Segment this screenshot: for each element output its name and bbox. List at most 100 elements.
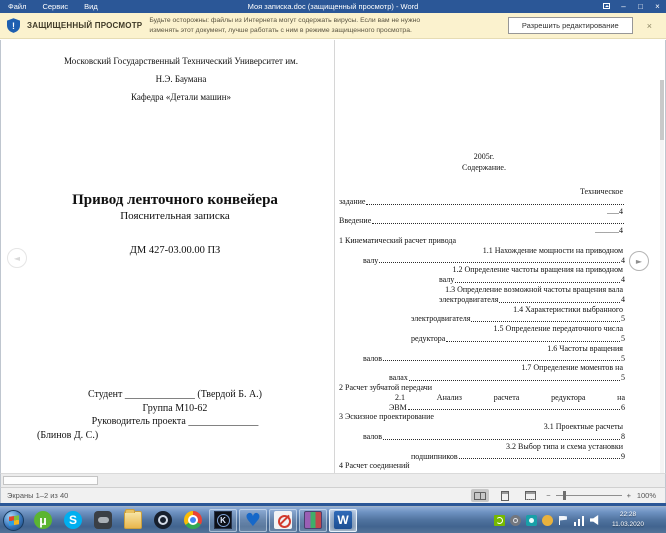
menu-item[interactable]: Вид [76, 0, 106, 13]
toc-line: Техническое [339, 187, 629, 197]
maximize-button[interactable]: □ [632, 0, 649, 13]
page-divider [334, 40, 335, 473]
taskbar-app-button[interactable] [179, 509, 207, 532]
toc-heading: Содержание. [462, 163, 506, 172]
steam-tray-icon[interactable] [509, 514, 521, 526]
taskbar-app-button[interactable]: µ [29, 509, 57, 532]
volume-tray-icon[interactable] [589, 515, 599, 525]
toc-line: 1.3 Определение возможной частоты вращен… [339, 285, 629, 295]
taskbar: µ S K ♥ W 22:28 11.03.2020 [0, 506, 666, 533]
toc-line: ............4 [339, 226, 629, 236]
utorrent-icon: µ [34, 511, 52, 529]
toc-line: 1.1 Нахождение мощности на приводном [339, 246, 629, 256]
winrar-icon [304, 511, 322, 529]
toc-line: 1.2 Определение частоты вращения на прив… [339, 265, 629, 275]
document-area: ◄ ► Московский Государственный Техническ… [0, 40, 666, 513]
horizontal-scrollbar-thumb[interactable] [3, 476, 98, 485]
banner-close-icon[interactable]: × [640, 21, 659, 31]
taskbar-app-button[interactable]: S [59, 509, 87, 532]
close-button[interactable]: × [649, 0, 666, 13]
menu-item[interactable]: Файл [0, 0, 34, 13]
toc-entry-text: электродвигателя [411, 314, 471, 324]
toc-page-number: 4 [621, 255, 625, 265]
toc-dot-leader [455, 281, 620, 283]
toc-page-number: 5 [621, 373, 625, 383]
supervisor-line: Руководитель проекта ______________ [91, 416, 259, 427]
update-tray-icon[interactable] [541, 514, 553, 526]
toc-dot-leader [471, 321, 620, 323]
toc-dot-leader [499, 301, 620, 303]
toc-line: редуктора 5 [339, 334, 629, 344]
ribbon-display-options-button[interactable] [598, 0, 615, 13]
taskbar-app-button[interactable] [269, 508, 297, 532]
print-layout-button[interactable] [496, 489, 514, 502]
vertical-scrollbar-thumb[interactable] [660, 80, 664, 140]
zoom-slider-thumb[interactable] [562, 491, 566, 500]
taskbar-app-button[interactable]: ♥ [239, 508, 267, 532]
taskbar-app-button[interactable] [89, 509, 117, 532]
toc-line: 4 Расчет соединений [339, 461, 629, 471]
toc-dot-leader [379, 262, 620, 264]
minimize-button[interactable]: – [615, 0, 632, 13]
toc-line: 2.1 Анализ расчета редуктора на [339, 393, 629, 403]
taskbar-clock[interactable]: 22:28 11.03.2020 [612, 510, 644, 530]
next-screen-button[interactable]: ► [629, 251, 649, 271]
toc-line: 1.7 Определение моментов на [339, 363, 629, 373]
university-line-2: Н.Э. Баумана [155, 74, 207, 84]
taskbar-app-button[interactable] [119, 509, 147, 532]
vertical-scrollbar[interactable] [660, 80, 664, 513]
title-bar: Файл Сервис Вид Моя записка.doc (защищен… [0, 0, 666, 13]
print-layout-icon [501, 490, 510, 501]
nvidia-tray-icon[interactable] [493, 514, 505, 526]
toc-line: 3.1 Проектные расчеты [339, 422, 629, 432]
protected-view-label: ЗАЩИЩЕННЫЙ ПРОСМОТР [27, 21, 143, 30]
toc-line: 3 Эскизное проектирование [339, 412, 629, 422]
protected-view-banner: ! ЗАЩИЩЕННЫЙ ПРОСМОТР Будьте осторожны: … [0, 13, 666, 39]
toc-page-number: 5 [621, 353, 625, 363]
toc-line: валах 5 [339, 373, 629, 383]
protected-view-message: Будьте осторожны: файлы из Интернета мог… [149, 16, 421, 34]
action-center-flag-icon[interactable] [558, 515, 569, 526]
taskbar-app-button[interactable] [149, 509, 177, 532]
taskbar-app-button[interactable]: K [209, 508, 237, 532]
toc-line: Введение [339, 216, 629, 226]
toc-page-number: 6 [621, 402, 625, 412]
start-button[interactable] [3, 509, 24, 531]
toc-entry-text: валов [363, 353, 383, 363]
toc-entry-text: 1.4 Характеристики выбранного [513, 304, 623, 314]
taskbar-app-button[interactable] [299, 508, 327, 532]
enable-editing-button[interactable]: Разрешить редактирование [507, 17, 633, 34]
toc-entry-text: валу [439, 275, 455, 285]
k-app-icon: K [214, 511, 232, 529]
messenger-tray-icon[interactable] [525, 514, 537, 526]
document-page-right: 2005г. Содержание. Техническое задание .… [339, 151, 629, 471]
toc-entry-text: задание [339, 196, 366, 206]
network-tray-icon[interactable] [573, 514, 585, 526]
toc-line: электродвигателя 5 [339, 314, 629, 324]
toc-entry-text: 1.7 Определение моментов на [521, 363, 623, 373]
menu-item[interactable]: Сервис [34, 0, 76, 13]
toc-line: ЭВМ 6 [339, 403, 629, 413]
horizontal-scrollbar[interactable] [0, 473, 666, 487]
toc-line: 1 Кинематический расчет привода [339, 236, 629, 246]
menu-bar: Файл Сервис Вид [0, 0, 106, 13]
toc-line: валу 4 [339, 275, 629, 285]
pages-indicator: Экраны 1–2 из 40 [7, 491, 69, 500]
university-line-1: Московский Государственный Технический У… [64, 56, 298, 66]
toc-entry-text: валах [389, 373, 408, 383]
zoom-in-button[interactable]: + [627, 491, 631, 500]
status-bar: Экраны 1–2 из 40 − + 100% [0, 487, 666, 503]
zoom-slider[interactable] [555, 491, 622, 500]
toc-entry-text: 1.5 Определение передаточного числа [493, 324, 623, 334]
toc-entry-text: Введение [339, 216, 372, 226]
zoom-level[interactable]: 100% [636, 491, 656, 500]
department-line: Кафедра «Детали машин» [130, 92, 232, 102]
zoom-out-button[interactable]: − [546, 491, 550, 500]
table-of-contents: Техническое задание ......4 Введение ...… [339, 187, 629, 471]
taskbar-app-button[interactable]: W [329, 508, 357, 532]
toc-line: валу 4 [339, 256, 629, 266]
toc-entry-text: 4 Расчет соединений [339, 461, 410, 471]
read-mode-button[interactable] [471, 489, 490, 502]
chrome-icon [184, 511, 202, 529]
web-layout-button[interactable] [521, 489, 539, 502]
